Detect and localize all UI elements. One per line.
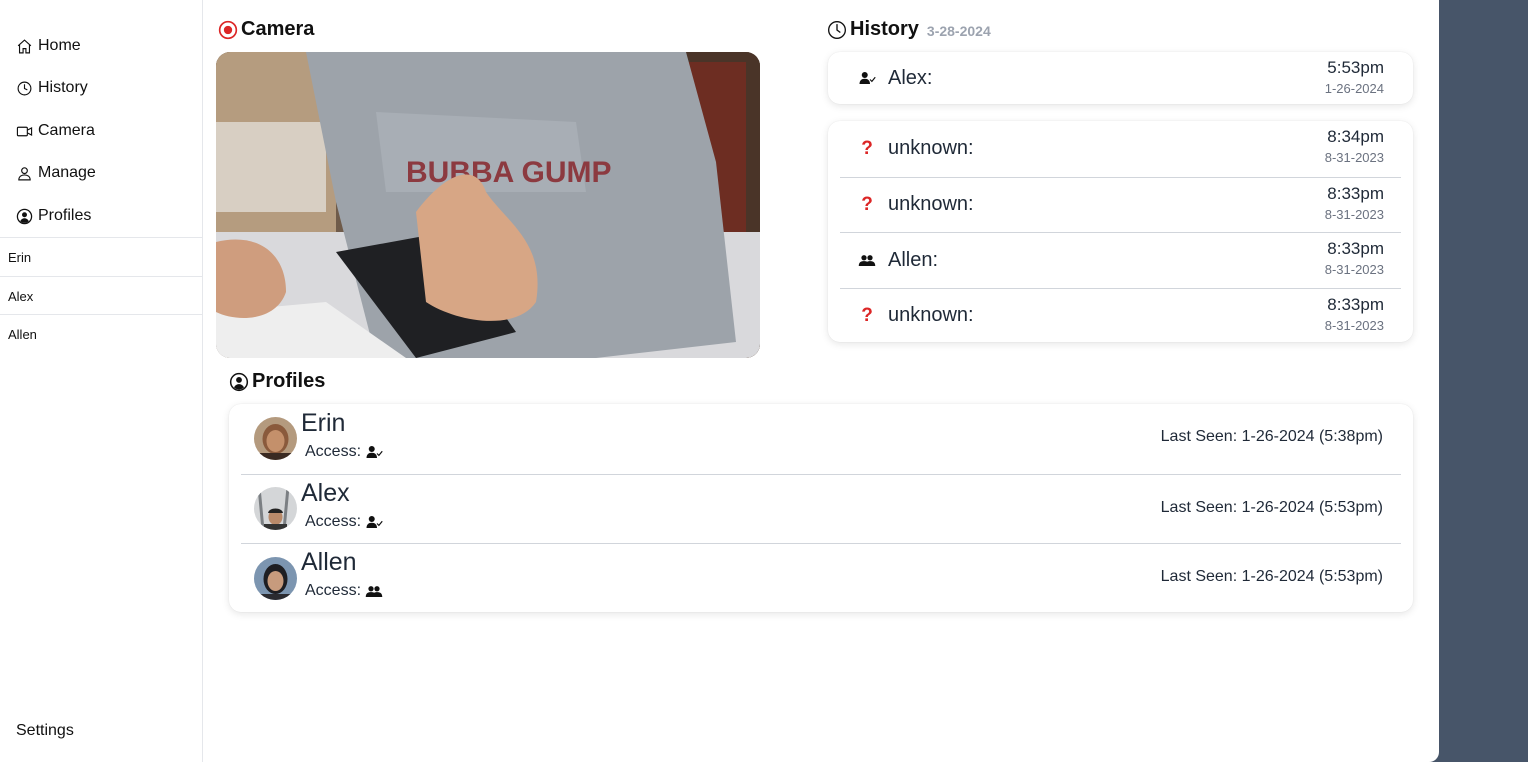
nav-home[interactable]: Home: [16, 34, 81, 58]
profile-access: Access:: [305, 443, 383, 461]
history-row-date: 8-31-2023: [1324, 317, 1384, 333]
history-list-card: ? unknown: 8:34pm 8-31-2023 ? unknown: 8…: [828, 121, 1413, 342]
history-row-name: unknown:: [888, 193, 974, 216]
history-row[interactable]: Allen: 8:33pm 8-31-2023: [840, 232, 1401, 288]
clock-icon: [17, 81, 32, 95]
question-icon: ?: [861, 137, 873, 159]
profiles-card: Erin Access: Last Seen: 1-26-2024 (5:38p…: [229, 404, 1413, 612]
profile-access-label: Access:: [305, 442, 362, 460]
nav-profiles-label: Profiles: [38, 207, 92, 224]
home-icon: [17, 38, 32, 53]
user-circle-icon: [229, 372, 249, 391]
history-row[interactable]: ? unknown: 8:33pm 8-31-2023: [840, 176, 1401, 233]
nav-camera[interactable]: Camera: [16, 119, 95, 143]
nav-history[interactable]: History: [16, 76, 88, 100]
profile-access-label: Access:: [305, 582, 362, 600]
history-row-timestamp: 8:34pm 8-31-2023: [1325, 127, 1384, 165]
history-row-time: 8:33pm: [1327, 183, 1384, 203]
clock-icon: [828, 20, 846, 39]
profile-last-seen: Last Seen: 1-26-2024 (5:53pm): [1160, 568, 1383, 585]
nav-camera-label: Camera: [38, 122, 95, 139]
profile-info: Allen Access:: [301, 550, 383, 600]
history-latest-card: Alex: 5:53pm 1-26-2024: [828, 52, 1413, 104]
history-latest-name: Alex:: [888, 66, 933, 89]
profile-access: Access:: [305, 513, 383, 531]
profile-name: Erin: [301, 408, 346, 437]
profile-row-erin[interactable]: Erin Access: Last Seen: 1-26-2024 (5:38p…: [241, 404, 1401, 474]
history-row-timestamp: 8:33pm 8-31-2023: [1325, 184, 1384, 222]
sidebar-profile-allen[interactable]: Allen: [0, 314, 202, 353]
history-latest-timestamp: 5:53pm 1-26-2024: [1325, 58, 1384, 96]
avatar: [254, 487, 297, 531]
record-icon: [218, 20, 238, 39]
video-icon: [16, 126, 33, 136]
profile-row-allen[interactable]: Allen Access: Last Seen: 1-26-2024 (5:53…: [241, 543, 1401, 613]
history-latest-row[interactable]: Alex: 5:53pm 1-26-2024: [828, 52, 1413, 104]
profile-last-seen: Last Seen: 1-26-2024 (5:53pm): [1160, 498, 1383, 516]
profile-access-label: Access:: [305, 512, 362, 530]
sidebar: Home History Camera Manage Profiles Erin…: [0, 0, 203, 762]
history-latest-time: 5:53pm: [1327, 58, 1384, 77]
user-check-icon: [366, 445, 383, 458]
nav-home-label: Home: [38, 37, 81, 54]
user-circle-icon: [16, 208, 33, 224]
app-window: Home History Camera Manage Profiles Erin…: [0, 0, 1439, 762]
sidebar-profile-alex[interactable]: Alex: [0, 275, 202, 315]
history-row-timestamp: 8:33pm 8-31-2023: [1325, 295, 1384, 333]
history-title-text: History: [850, 18, 919, 40]
history-row[interactable]: ? unknown: 8:34pm 8-31-2023: [840, 121, 1401, 177]
sidebar-profile-list: Erin Alex Allen: [0, 237, 202, 353]
avatar: [254, 417, 297, 461]
camera-title: Camera: [218, 18, 314, 41]
history-row-name: unknown:: [888, 304, 974, 327]
history-row-time: 8:33pm: [1327, 294, 1384, 314]
profile-last-seen: Last Seen: 1-26-2024 (5:38pm): [1160, 428, 1383, 445]
settings-link[interactable]: Settings: [16, 722, 74, 740]
users-icon: [854, 251, 880, 269]
history-row-time: 8:33pm: [1327, 239, 1384, 258]
history-latest-date: 1-26-2024: [1324, 81, 1384, 96]
nav-profiles[interactable]: Profiles: [16, 204, 91, 228]
profile-name: Alex: [301, 478, 350, 507]
camera-feed[interactable]: BUBBA GUMP: [216, 52, 760, 358]
history-row-name: unknown:: [888, 137, 974, 160]
avatar: [254, 556, 297, 600]
profile-row-alex[interactable]: Alex Access: Last Seen: 1-26-2024 (5:53p…: [241, 473, 1401, 544]
history-title: History 3-28-2024: [827, 18, 991, 41]
user-check-icon: [366, 515, 383, 528]
camera-feed-image: BUBBA GUMP: [216, 52, 760, 358]
nav-history-label: History: [38, 79, 88, 96]
user-icon: [18, 166, 31, 180]
history-row-date: 8-31-2023: [1324, 150, 1384, 165]
profile-name: Allen: [301, 548, 357, 577]
history-date: 3-28-2024: [926, 23, 991, 39]
history-row-date: 8-31-2023: [1324, 262, 1384, 277]
history-row-time: 8:34pm: [1327, 127, 1384, 146]
svg-text:BUBBA GUMP: BUBBA GUMP: [406, 156, 612, 189]
question-icon: ?: [861, 193, 873, 215]
sidebar-profile-erin[interactable]: Erin: [0, 237, 202, 276]
history-row-name: Allen:: [888, 248, 939, 271]
nav-manage-label: Manage: [38, 164, 96, 181]
profiles-title-text: Profiles: [252, 370, 326, 392]
question-icon: ?: [861, 304, 873, 326]
users-icon: [365, 586, 383, 598]
history-row[interactable]: ? unknown: 8:33pm 8-31-2023: [840, 287, 1401, 344]
history-row-date: 8-31-2023: [1324, 206, 1384, 222]
user-check-icon: [854, 69, 880, 87]
profile-info: Erin Access:: [301, 408, 383, 461]
camera-title-text: Camera: [241, 18, 315, 40]
profiles-title: Profiles: [229, 370, 325, 393]
history-row-timestamp: 8:33pm 8-31-2023: [1325, 239, 1384, 277]
profile-info: Alex Access:: [301, 478, 383, 531]
profile-access: Access:: [305, 582, 383, 600]
nav-manage[interactable]: Manage: [16, 161, 96, 185]
